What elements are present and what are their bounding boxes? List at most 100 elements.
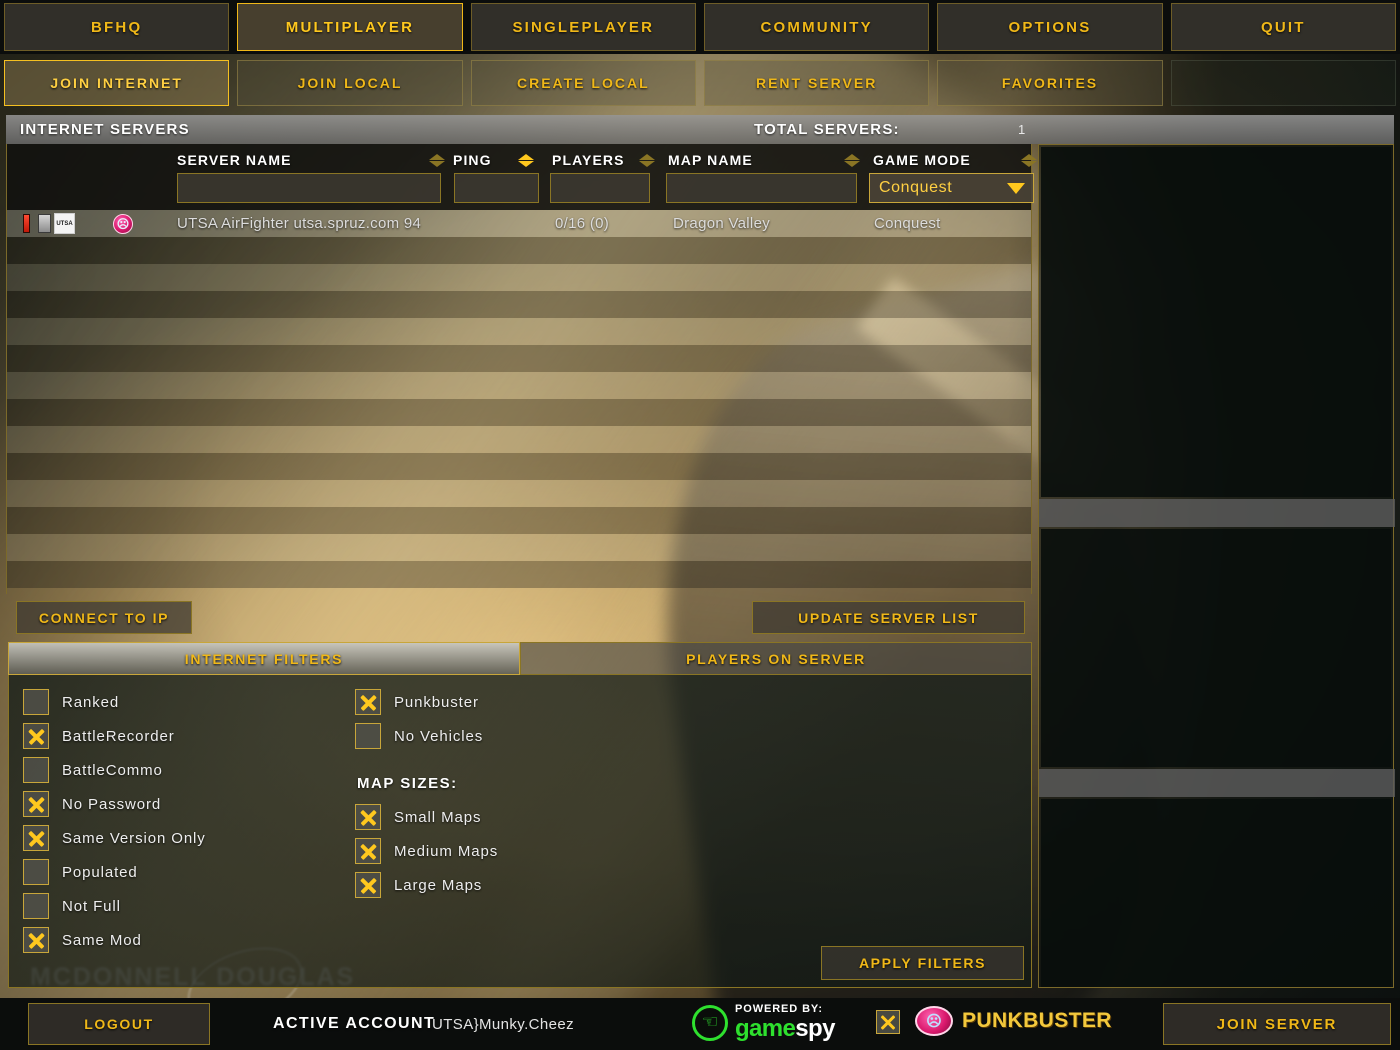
checkbox-large-maps[interactable] — [355, 872, 381, 898]
server-list-column-header: SERVER NAME PING PLAYERS MAP NAME GAME M… — [7, 144, 1037, 210]
sub-tab-label: JOIN LOCAL — [297, 75, 403, 91]
server-name-filter-input[interactable] — [177, 173, 441, 203]
column-header-server-name[interactable]: SERVER NAME — [177, 152, 292, 168]
filter-no-password[interactable]: No Password — [23, 787, 206, 821]
gamespy-logo-text: gamespy — [735, 1017, 835, 1041]
main-tab-label: QUIT — [1260, 18, 1306, 36]
sub-tab-create-local[interactable]: CREATE LOCAL — [470, 60, 696, 106]
column-header-ping[interactable]: PING — [453, 152, 492, 168]
filters-column-left: Ranked BattleRecorder BattleCommo No Pas… — [23, 685, 206, 957]
filter-tab-label: INTERNET FILTERS — [184, 650, 344, 667]
filter-medium-maps[interactable]: Medium Maps — [355, 834, 498, 868]
filter-label: BattleCommo — [62, 761, 163, 779]
checkbox-battlecommo[interactable] — [23, 757, 49, 783]
sub-tab-join-local[interactable]: JOIN LOCAL — [237, 60, 463, 106]
filter-populated[interactable]: Populated — [23, 855, 206, 889]
tab-internet-filters[interactable]: INTERNET FILTERS — [8, 642, 520, 675]
filter-label: Same Mod — [62, 931, 142, 949]
table-row-empty — [7, 264, 1031, 291]
checkbox-same-version-only[interactable] — [23, 825, 49, 851]
table-row-empty — [7, 561, 1031, 588]
filter-battlecommo[interactable]: BattleCommo — [23, 753, 206, 787]
sort-toggle-server-name[interactable] — [429, 154, 445, 168]
gamespy-detective-icon: ☜ — [692, 1004, 728, 1041]
checkbox-not-full[interactable] — [23, 893, 49, 919]
filter-label: BattleRecorder — [62, 727, 175, 745]
column-header-map-name[interactable]: MAP NAME — [668, 152, 753, 168]
table-row[interactable]: UTSA ☹ UTSA AirFighter utsa.spruz.com 94… — [7, 210, 1031, 237]
ping-filter-input[interactable] — [454, 173, 539, 203]
cell-map-name: Dragon Valley — [673, 215, 771, 232]
filter-battlerecorder[interactable]: BattleRecorder — [23, 719, 206, 753]
main-tab-options[interactable]: OPTIONS — [937, 3, 1163, 51]
map-name-filter-input[interactable] — [666, 173, 857, 203]
checkbox-small-maps[interactable] — [355, 804, 381, 830]
server-details-panel — [1038, 144, 1395, 988]
main-tab-singleplayer[interactable]: SINGLEPLAYER — [470, 3, 696, 51]
map-sizes-group-label: MAP SIZES: — [357, 775, 458, 792]
filter-same-mod[interactable]: Same Mod — [23, 923, 206, 957]
gamespy-powered-by-label: POWERED BY: — [735, 1003, 823, 1015]
main-tab-label: SINGLEPLAYER — [512, 18, 655, 36]
column-header-players[interactable]: PLAYERS — [552, 152, 625, 168]
sub-tab-rent-server[interactable]: RENT SERVER — [703, 60, 930, 106]
filter-tab-label: PLAYERS ON SERVER — [686, 650, 866, 667]
table-row-empty — [7, 426, 1031, 453]
sort-toggle-map-name[interactable] — [844, 154, 860, 168]
main-tab-multiplayer[interactable]: MULTIPLAYER — [237, 3, 463, 51]
apply-filters-button[interactable]: APPLY FILTERS — [821, 946, 1024, 980]
table-row-empty — [7, 237, 1031, 264]
cell-server-name: UTSA AirFighter utsa.spruz.com 94 — [177, 215, 422, 232]
cell-game-mode: Conquest — [874, 215, 941, 232]
filter-label: Same Version Only — [62, 829, 206, 847]
filter-label: No Vehicles — [394, 727, 484, 745]
checkbox-no-password[interactable] — [23, 791, 49, 817]
main-tab-bfhq[interactable]: BFHQ — [4, 3, 230, 51]
filter-no-vehicles[interactable]: No Vehicles — [355, 719, 498, 753]
checkbox-punkbuster-global[interactable] — [876, 1010, 900, 1034]
checkbox-ranked[interactable] — [23, 689, 49, 715]
connect-to-ip-button[interactable]: CONNECT TO IP — [16, 601, 192, 634]
sort-toggle-ping[interactable] — [518, 154, 534, 168]
filter-not-full[interactable]: Not Full — [23, 889, 206, 923]
sub-tab-empty-slot — [1170, 60, 1396, 106]
table-row-empty — [7, 507, 1031, 534]
checkbox-no-vehicles[interactable] — [355, 723, 381, 749]
total-servers-count: 1 — [1018, 122, 1026, 137]
logout-button[interactable]: LOGOUT — [28, 1003, 210, 1045]
table-row-empty — [7, 291, 1031, 318]
sub-tab-join-internet[interactable]: JOIN INTERNET — [4, 60, 230, 106]
sub-tab-favorites[interactable]: FAVORITES — [937, 60, 1163, 106]
main-tab-quit[interactable]: QUIT — [1170, 3, 1396, 51]
checkbox-medium-maps[interactable] — [355, 838, 381, 864]
active-account-label: ACTIVE ACCOUNT — [273, 1015, 436, 1032]
active-account-name: UTSA}Munky.Cheez — [432, 1015, 575, 1033]
internet-servers-header: INTERNET SERVERS TOTAL SERVERS: 1 — [6, 115, 1394, 144]
tab-players-on-server[interactable]: PLAYERS ON SERVER — [520, 642, 1032, 675]
checkbox-punkbuster[interactable] — [355, 689, 381, 715]
main-tab-label: MULTIPLAYER — [285, 18, 415, 36]
checkbox-populated[interactable] — [23, 859, 49, 885]
checkbox-same-mod[interactable] — [23, 927, 49, 953]
filter-small-maps[interactable]: Small Maps — [355, 800, 498, 834]
filter-label: Small Maps — [394, 808, 482, 826]
checkbox-battlerecorder[interactable] — [23, 723, 49, 749]
gamespy-branding: ☜ POWERED BY: gamespy — [692, 1004, 835, 1041]
main-tab-community[interactable]: COMMUNITY — [703, 3, 930, 51]
update-server-list-button[interactable]: UPDATE SERVER LIST — [752, 601, 1025, 634]
main-navigation: BFHQ MULTIPLAYER SINGLEPLAYER COMMUNITY … — [0, 0, 1400, 54]
clan-crest-icon: UTSA — [54, 213, 75, 234]
column-header-game-mode[interactable]: GAME MODE — [873, 152, 971, 168]
filter-large-maps[interactable]: Large Maps — [355, 868, 498, 902]
sub-tab-label: CREATE LOCAL — [517, 75, 650, 91]
filter-same-version-only[interactable]: Same Version Only — [23, 821, 206, 855]
players-filter-input[interactable] — [550, 173, 650, 203]
game-mode-selected-value: Conquest — [879, 179, 953, 196]
game-mode-filter-dropdown[interactable]: Conquest — [869, 173, 1034, 203]
sort-toggle-game-mode[interactable] — [1021, 154, 1037, 168]
sort-toggle-players[interactable] — [639, 154, 655, 168]
join-server-button[interactable]: JOIN SERVER — [1163, 1003, 1391, 1045]
filter-punkbuster[interactable]: Punkbuster — [355, 685, 498, 719]
filter-ranked[interactable]: Ranked — [23, 685, 206, 719]
main-tab-label: COMMUNITY — [760, 18, 873, 36]
